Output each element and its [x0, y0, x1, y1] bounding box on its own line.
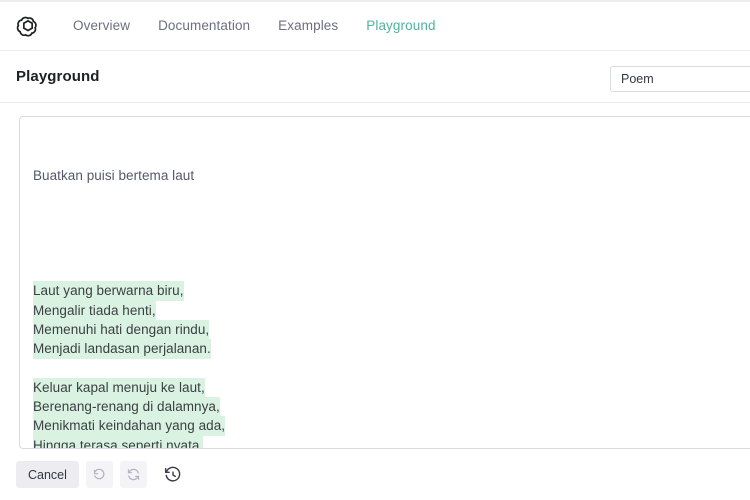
generated-line: Menjadi landasan perjalanan.: [33, 339, 211, 359]
undo-button[interactable]: [85, 461, 113, 488]
nav-link-documentation[interactable]: Documentation: [144, 13, 264, 39]
history-button[interactable]: [159, 461, 187, 488]
spacer-line: [33, 262, 750, 281]
generated-line: Berenang-renang di dalamnya,: [33, 397, 220, 417]
generated-line: Mengalir tiada henti,: [33, 300, 156, 320]
nav-link-examples[interactable]: Examples: [264, 13, 352, 39]
generated-line: Memenuhi hati dengan rindu,: [33, 319, 210, 340]
nav-link-overview[interactable]: Overview: [59, 13, 144, 39]
generated-completion: Laut yang berwarna biru, Mengalir tiada h…: [33, 223, 750, 448]
cancel-button[interactable]: Cancel: [16, 461, 79, 488]
generated-line: Laut yang berwarna biru,: [33, 281, 184, 301]
clock-history-icon: [164, 466, 182, 484]
editor-toolbar: Cancel: [16, 461, 187, 488]
generated-line: Hingga terasa seperti nyata.: [33, 435, 204, 448]
editor-content[interactable]: Buatkan puisi bertema laut Laut yang ber…: [33, 127, 750, 448]
prompt-editor[interactable]: Buatkan puisi bertema laut Laut yang ber…: [19, 116, 750, 449]
generated-line: Menikmati keindahan yang ada,: [33, 416, 226, 436]
top-navbar: Overview Documentation Examples Playgrou…: [0, 2, 750, 51]
nav-link-playground[interactable]: Playground: [352, 13, 449, 39]
prompt-text: Buatkan puisi bertema laut: [33, 167, 195, 183]
undo-arrow-icon: [92, 467, 107, 482]
openai-logo-icon: [16, 16, 37, 37]
spacer-line: [33, 223, 750, 242]
playground-window: Overview Documentation Examples Playgrou…: [0, 0, 750, 500]
spacer-line: [33, 243, 750, 262]
page-title: Playground: [16, 68, 100, 85]
preset-select[interactable]: Poem: [610, 66, 750, 92]
nav-links: Overview Documentation Examples Playgrou…: [59, 13, 450, 39]
generated-line: Keluar kapal menuju ke laut,: [33, 377, 205, 398]
regenerate-button[interactable]: [119, 461, 147, 488]
refresh-arrows-icon: [126, 467, 141, 482]
